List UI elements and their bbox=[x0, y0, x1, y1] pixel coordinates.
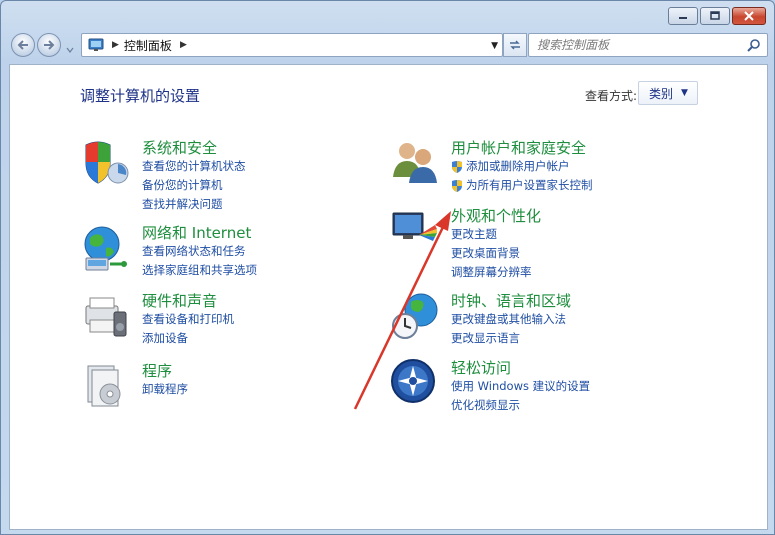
chevron-down-icon bbox=[66, 47, 74, 53]
category-title[interactable]: 系统和安全 bbox=[142, 137, 217, 158]
category-system-security: 系统和安全 查看您的计算机状态 备份您的计算机 查找并解决问题 bbox=[80, 137, 340, 215]
hardware-sound-icon bbox=[85, 297, 127, 337]
close-button[interactable] bbox=[732, 7, 766, 25]
link-view-computer-status[interactable]: 查看您的计算机状态 bbox=[142, 157, 246, 176]
ease-of-access-icon bbox=[391, 359, 435, 403]
navigation-bar: ▶ 控制面板 ▶ ▼ bbox=[9, 31, 768, 59]
link-homegroup-sharing[interactable]: 选择家庭组和共享选项 bbox=[142, 261, 257, 280]
search-input[interactable] bbox=[537, 38, 747, 52]
breadcrumb-separator-icon[interactable]: ▶ bbox=[180, 40, 187, 50]
maximize-button[interactable] bbox=[700, 7, 730, 25]
breadcrumb-separator-icon: ▶ bbox=[112, 40, 119, 50]
minimize-button[interactable] bbox=[668, 7, 698, 25]
search-box[interactable] bbox=[528, 33, 768, 57]
back-arrow-icon bbox=[17, 40, 28, 50]
control-panel-window: ▶ 控制面板 ▶ ▼ 调整计算机的设置 查看方式: 类别 ▼ bbox=[0, 0, 775, 535]
category-programs: 程序 卸载程序 bbox=[80, 360, 340, 410]
link-text: 添加或删除用户帐户 bbox=[466, 159, 570, 173]
caption-buttons bbox=[668, 7, 766, 25]
recent-pages-dropdown[interactable] bbox=[65, 40, 75, 53]
link-devices-printers[interactable]: 查看设备和打印机 bbox=[142, 310, 234, 329]
forward-button[interactable] bbox=[37, 33, 61, 57]
network-icon bbox=[84, 226, 127, 271]
category-title[interactable]: 外观和个性化 bbox=[451, 205, 541, 226]
link-change-display-language[interactable]: 更改显示语言 bbox=[451, 329, 566, 348]
category-title[interactable]: 网络和 Internet bbox=[142, 222, 251, 243]
view-by-dropdown[interactable]: 类别 ▼ bbox=[638, 81, 698, 105]
system-security-icon bbox=[85, 141, 129, 184]
refresh-icon bbox=[510, 40, 520, 50]
appearance-icon bbox=[392, 212, 437, 241]
category-network-internet: 网络和 Internet 查看网络状态和任务 选择家庭组和共享选项 bbox=[80, 222, 340, 282]
link-parental-controls[interactable]: 为所有用户设置家长控制 bbox=[451, 176, 593, 195]
category-title[interactable]: 轻松访问 bbox=[451, 357, 511, 378]
address-bar[interactable]: ▶ 控制面板 ▶ ▼ bbox=[81, 33, 503, 57]
programs-icon bbox=[87, 365, 121, 407]
link-optimize-visual-display[interactable]: 优化视频显示 bbox=[451, 396, 590, 415]
minimize-icon bbox=[679, 17, 687, 19]
address-dropdown-icon[interactable]: ▼ bbox=[491, 41, 498, 51]
chevron-down-icon: ▼ bbox=[681, 88, 688, 98]
view-by-value: 类别 bbox=[649, 86, 674, 101]
link-troubleshoot[interactable]: 查找并解决问题 bbox=[142, 195, 246, 214]
link-change-input-method[interactable]: 更改键盘或其他输入法 bbox=[451, 310, 566, 329]
category-title[interactable]: 程序 bbox=[142, 360, 172, 381]
link-text: 为所有用户设置家长控制 bbox=[466, 178, 593, 192]
close-icon bbox=[744, 11, 754, 21]
category-appearance: 外观和个性化 更改主题 更改桌面背景 调整屏幕分辨率 bbox=[389, 205, 689, 283]
link-change-theme[interactable]: 更改主题 bbox=[451, 225, 532, 244]
user-accounts-icon bbox=[393, 143, 437, 183]
search-icon[interactable] bbox=[747, 38, 761, 52]
category-clock-language-region: 时钟、语言和区域 更改键盘或其他输入法 更改显示语言 bbox=[389, 290, 689, 350]
forward-arrow-icon bbox=[44, 40, 55, 50]
page-title: 调整计算机的设置 bbox=[80, 87, 201, 105]
link-change-desktop-background[interactable]: 更改桌面背景 bbox=[451, 244, 532, 263]
link-view-network-status[interactable]: 查看网络状态和任务 bbox=[142, 242, 257, 261]
link-add-device[interactable]: 添加设备 bbox=[142, 329, 234, 348]
maximize-icon bbox=[710, 11, 720, 20]
link-adjust-resolution[interactable]: 调整屏幕分辨率 bbox=[451, 263, 532, 282]
back-button[interactable] bbox=[11, 33, 35, 57]
content-pane: 调整计算机的设置 查看方式: 类别 ▼ 系统和安全 查看您的计算机状态 备份您的… bbox=[9, 64, 768, 530]
control-panel-icon bbox=[88, 38, 104, 51]
link-backup-computer[interactable]: 备份您的计算机 bbox=[142, 176, 246, 195]
uac-shield-icon bbox=[452, 160, 462, 173]
clock-language-icon bbox=[392, 293, 438, 339]
view-by-label: 查看方式: bbox=[585, 89, 638, 103]
breadcrumb-control-panel[interactable]: 控制面板 bbox=[124, 37, 172, 54]
category-hardware-sound: 硬件和声音 查看设备和打印机 添加设备 bbox=[80, 290, 340, 350]
uac-shield-icon bbox=[452, 179, 462, 192]
category-title[interactable]: 用户帐户和家庭安全 bbox=[451, 137, 586, 158]
link-add-remove-users[interactable]: 添加或删除用户帐户 bbox=[451, 157, 593, 176]
refresh-button[interactable] bbox=[503, 33, 527, 57]
link-uninstall-program[interactable]: 卸载程序 bbox=[142, 380, 188, 399]
category-ease-of-access: 轻松访问 使用 Windows 建议的设置 优化视频显示 bbox=[389, 357, 689, 417]
category-title[interactable]: 时钟、语言和区域 bbox=[451, 290, 571, 311]
link-windows-recommended-settings[interactable]: 使用 Windows 建议的设置 bbox=[451, 377, 590, 396]
category-user-accounts: 用户帐户和家庭安全 添加或删除用户帐户 为所有用户设置家长控制 bbox=[389, 137, 689, 197]
category-title[interactable]: 硬件和声音 bbox=[142, 290, 217, 311]
